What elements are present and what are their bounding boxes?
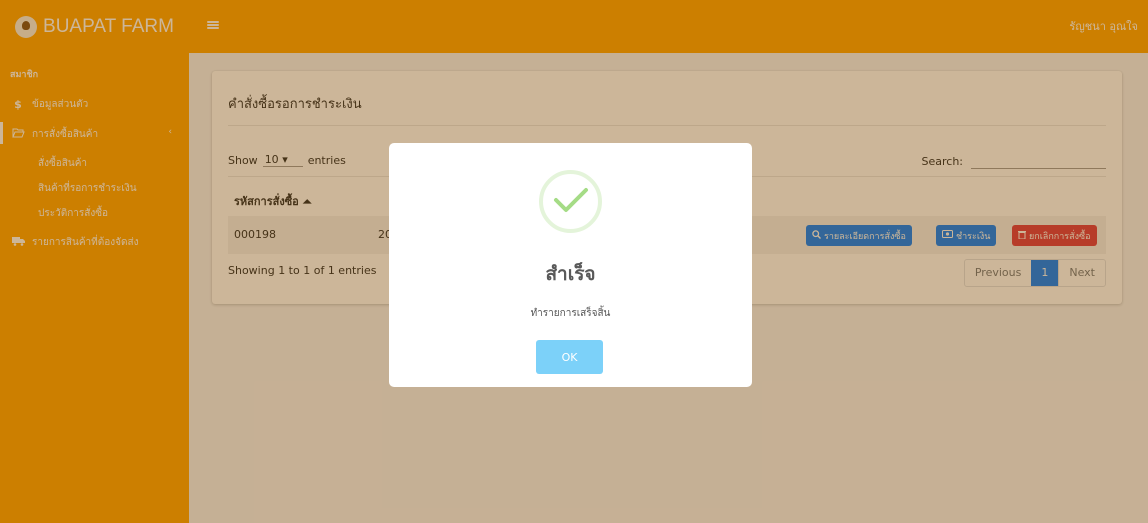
success-check-icon bbox=[539, 170, 602, 233]
ok-button[interactable]: OK bbox=[536, 340, 603, 374]
success-dialog: สำเร็จ ทำรายการเสร็จสิ้น OK bbox=[389, 143, 752, 387]
dialog-text: ทำรายการเสร็จสิ้น bbox=[530, 308, 611, 319]
dialog-title: สำเร็จ bbox=[545, 263, 596, 285]
